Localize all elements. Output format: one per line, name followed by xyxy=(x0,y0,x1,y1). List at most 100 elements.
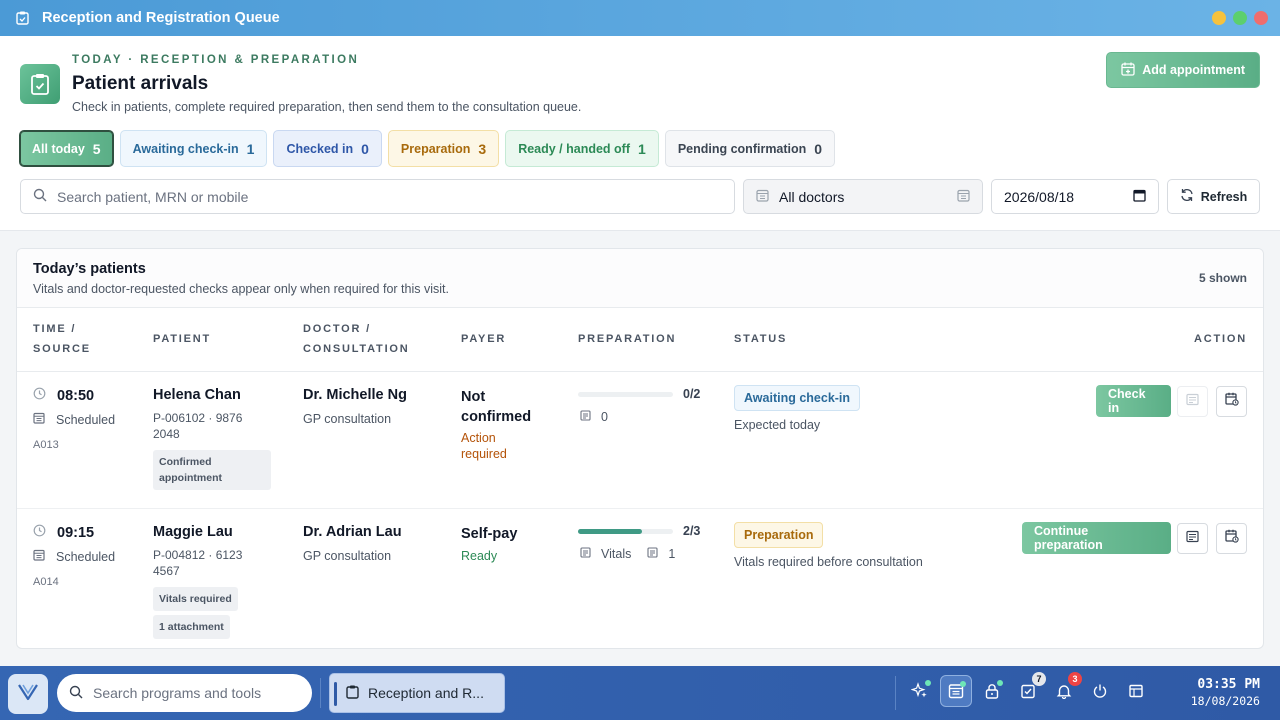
notifications-badge: 3 xyxy=(1068,672,1082,686)
filter-label: All today xyxy=(32,141,85,156)
filter-preparation[interactable]: Preparation 3 xyxy=(387,130,500,167)
status-dot xyxy=(960,681,966,687)
maximize-button[interactable] xyxy=(1233,11,1247,25)
doctor-name: Dr. Adrian Lau xyxy=(303,524,402,540)
clock-icon xyxy=(33,387,46,404)
lock-icon[interactable] xyxy=(976,675,1008,707)
refresh-button[interactable]: Refresh xyxy=(1167,179,1260,214)
taskbar-search-placeholder: Search programs and tools xyxy=(93,685,262,701)
column-status: STATUS xyxy=(734,333,788,345)
column-patient: PATIENT xyxy=(153,333,212,345)
bell-icon[interactable]: 3 xyxy=(1048,672,1082,707)
calendar-icon xyxy=(957,189,970,205)
refresh-label: Refresh xyxy=(1200,189,1248,204)
preparation-form-button[interactable] xyxy=(1177,386,1208,417)
column-time-source: TIME / SOURCE xyxy=(33,323,91,355)
card-subtitle: Vitals and doctor-requested checks appea… xyxy=(33,282,449,296)
taskbar-divider xyxy=(320,678,321,708)
card-title: Today’s patients xyxy=(33,261,146,277)
power-icon[interactable] xyxy=(1084,675,1116,707)
start-button[interactable] xyxy=(8,674,48,714)
status-dot xyxy=(925,680,931,686)
table-row: 09:15 Scheduled A014 Maggie Lau P-004812… xyxy=(17,509,1263,648)
calendar-plus-icon xyxy=(1121,62,1135,79)
calendar-icon xyxy=(33,549,45,564)
status-badge: Awaiting check-in xyxy=(734,385,861,411)
calendar-icon xyxy=(756,189,769,205)
schedule-app-icon[interactable] xyxy=(940,675,972,707)
column-payer: PAYER xyxy=(461,333,507,345)
appointment-source: Scheduled xyxy=(56,549,116,564)
filter-count: 0 xyxy=(814,140,823,157)
patient-name[interactable]: Helena Chan xyxy=(153,387,241,403)
filter-count: 3 xyxy=(478,140,487,157)
calendar-icon xyxy=(33,412,45,427)
filter-count: 1 xyxy=(638,140,646,157)
appointment-time: 08:50 xyxy=(57,387,95,404)
payer-status: Self-pay xyxy=(461,526,518,542)
logo-icon xyxy=(17,682,39,707)
system-clock[interactable]: 03:35 PM 18/08/2026 xyxy=(1191,677,1260,708)
clock-icon xyxy=(33,524,46,541)
card-header: Today’s patients Vitals and doctor-reque… xyxy=(17,249,1263,308)
filter-label: Preparation xyxy=(400,141,471,156)
attachment-tag: 1 attachment xyxy=(153,615,230,639)
reschedule-button[interactable] xyxy=(1216,386,1247,417)
patient-search-input[interactable]: Search patient, MRN or mobile xyxy=(20,179,735,214)
queue-code: A013 xyxy=(33,439,59,451)
vitals-required-tag: Vitals required xyxy=(153,587,238,611)
reschedule-button[interactable] xyxy=(1216,523,1247,554)
filter-ready-handed-off[interactable]: Ready / handed off 1 xyxy=(505,130,659,167)
confirmed-appointment-tag: Confirmed appointment xyxy=(153,450,271,490)
doctor-select[interactable]: All doctors xyxy=(743,179,983,214)
status-filter-tabs: All today 5 Awaiting check-in 1 Checked … xyxy=(19,130,836,167)
tasks-badge: 7 xyxy=(1032,672,1046,686)
payer-status: Not confirmed xyxy=(461,389,532,425)
date-value: 2026/08/18 xyxy=(1004,188,1075,205)
refresh-icon xyxy=(1180,188,1194,205)
preparation-fraction: 2/3 xyxy=(683,524,701,538)
preparation-form-button[interactable] xyxy=(1177,523,1208,554)
clock-date: 18/08/2026 xyxy=(1190,694,1260,708)
form-icon xyxy=(1186,530,1199,548)
table-header: TIME / SOURCE PATIENT DOCTOR / CONSULTATIO… xyxy=(17,308,1263,372)
date-input[interactable]: 2026/08/18 xyxy=(991,179,1159,214)
layout-icon[interactable] xyxy=(1120,675,1152,707)
filter-all-today[interactable]: All today 5 xyxy=(19,130,114,167)
sparkle-assistant-icon[interactable] xyxy=(904,675,936,707)
doctor-select-value: All doctors xyxy=(779,188,845,205)
document-icon xyxy=(647,547,658,561)
minimize-button[interactable] xyxy=(1212,11,1226,25)
check-in-button[interactable]: Check in xyxy=(1096,385,1171,417)
filter-count: 1 xyxy=(246,140,255,157)
calendar-picker-icon[interactable] xyxy=(1133,189,1146,205)
filter-label: Ready / handed off xyxy=(518,141,631,156)
filter-count: 5 xyxy=(92,140,101,157)
column-doctor: DOCTOR / CONSULTATION xyxy=(303,323,410,355)
filter-awaiting-check-in[interactable]: Awaiting check-in 1 xyxy=(119,130,268,167)
close-button[interactable] xyxy=(1254,11,1268,25)
payer-note: Action required xyxy=(461,431,507,461)
patient-name[interactable]: Maggie Lau xyxy=(153,524,233,540)
active-indicator xyxy=(334,682,337,706)
taskbar-app-reception[interactable]: Reception and R... xyxy=(329,673,505,713)
preparation-progress-bar xyxy=(578,392,673,397)
calendar-clock-icon xyxy=(1224,392,1239,411)
filter-pending-confirmation[interactable]: Pending confirmation 0 xyxy=(664,130,836,167)
filter-checked-in[interactable]: Checked in 0 xyxy=(273,130,382,167)
tray-divider xyxy=(895,676,896,710)
add-appointment-button[interactable]: Add appointment xyxy=(1106,52,1260,88)
taskbar-search-input[interactable]: Search programs and tools xyxy=(57,674,312,712)
patient-id: P-006102 · 9876 2048 xyxy=(153,411,243,441)
continue-preparation-button[interactable]: Continue preparation xyxy=(1022,522,1171,554)
filter-count: 0 xyxy=(361,140,369,157)
document-icon xyxy=(580,410,591,424)
calendar-clock-icon xyxy=(1224,529,1239,548)
status-note: Expected today xyxy=(734,418,821,432)
clipboard-icon xyxy=(346,685,359,702)
shown-count: 5 shown xyxy=(1198,271,1247,285)
table-row: 08:50 Scheduled A013 Helena Chan P-00610… xyxy=(17,372,1263,509)
tasks-icon[interactable]: 7 xyxy=(1012,672,1046,707)
appointment-time: 09:15 xyxy=(57,524,95,541)
page-eyebrow: TODAY · RECEPTION & PREPARATION xyxy=(72,54,360,66)
